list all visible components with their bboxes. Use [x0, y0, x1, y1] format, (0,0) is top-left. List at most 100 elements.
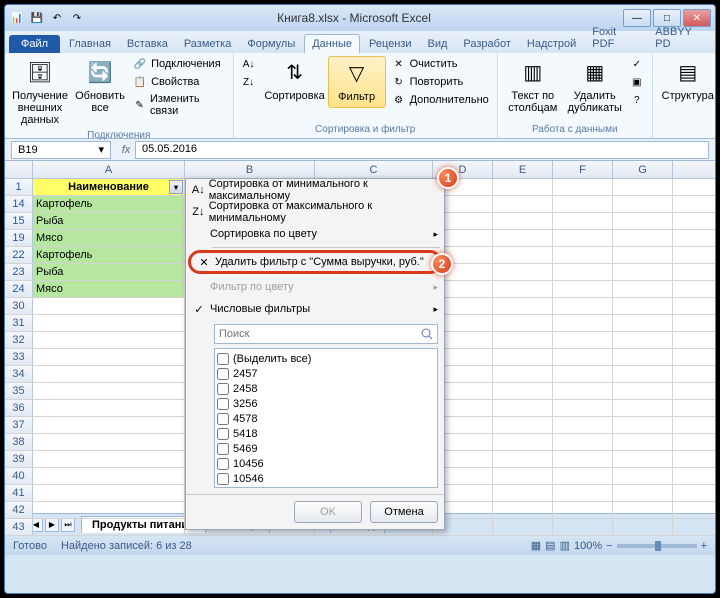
row-header[interactable]: 31 [5, 315, 33, 331]
cell[interactable] [613, 298, 673, 314]
cell[interactable] [613, 179, 673, 195]
row-header[interactable]: 36 [5, 400, 33, 416]
formula-bar[interactable]: 05.05.2016 [135, 141, 709, 159]
sort-by-color-item[interactable]: Сортировка по цвету▸ [186, 223, 444, 245]
cell[interactable] [553, 383, 613, 399]
filter-value-item[interactable]: 10546 [217, 471, 435, 486]
col-header-c[interactable]: C [315, 161, 433, 178]
ok-button[interactable]: OK [294, 501, 362, 523]
cell[interactable] [553, 196, 613, 212]
redo-icon[interactable]: ↷ [69, 10, 85, 26]
tab-addins[interactable]: Надстрой [520, 35, 583, 53]
cell[interactable] [33, 485, 185, 501]
cell[interactable] [553, 400, 613, 416]
cell[interactable] [613, 383, 673, 399]
cell[interactable] [553, 264, 613, 280]
filter-value-item[interactable]: 4578 [217, 411, 435, 426]
row-header[interactable]: 32 [5, 332, 33, 348]
cell[interactable] [493, 349, 553, 365]
cell[interactable] [493, 213, 553, 229]
filter-values-list[interactable]: (Выделить все) 2457245832564578541854691… [214, 348, 438, 488]
connections-button[interactable]: 🔗Подключения [131, 56, 227, 72]
select-all-checkbox[interactable]: (Выделить все) [217, 351, 435, 366]
cell[interactable] [493, 417, 553, 433]
properties-button[interactable]: 📋Свойства [131, 74, 227, 90]
cell[interactable] [613, 196, 673, 212]
zoom-out-icon[interactable]: − [606, 540, 612, 552]
row-header[interactable]: 34 [5, 366, 33, 382]
cancel-button[interactable]: Отмена [370, 501, 438, 523]
cell[interactable] [553, 468, 613, 484]
cell[interactable] [613, 213, 673, 229]
row-header[interactable]: 15 [5, 213, 33, 229]
row-header[interactable]: 41 [5, 485, 33, 501]
cell[interactable] [553, 366, 613, 382]
cell[interactable] [33, 417, 185, 433]
cell[interactable] [493, 400, 553, 416]
number-filters-item[interactable]: ✓Числовые фильтры▸ [186, 298, 444, 320]
cell[interactable] [553, 485, 613, 501]
row-header[interactable]: 24 [5, 281, 33, 297]
cell[interactable] [493, 502, 553, 518]
sort-ascending-item[interactable]: A↓Сортировка от минимального к максималь… [186, 179, 444, 201]
row-header[interactable]: 40 [5, 468, 33, 484]
cell[interactable] [613, 332, 673, 348]
cell[interactable]: Картофель [33, 196, 185, 212]
cell[interactable] [33, 366, 185, 382]
cell[interactable] [33, 298, 185, 314]
cell[interactable]: Мясо [33, 230, 185, 246]
clear-filter-button[interactable]: ✕Очистить [390, 56, 491, 72]
row-header[interactable]: 22 [5, 247, 33, 263]
cell[interactable] [553, 247, 613, 263]
cell[interactable] [613, 451, 673, 467]
cell[interactable] [553, 298, 613, 314]
tab-data[interactable]: Данные [304, 34, 360, 53]
filter-search-input[interactable] [214, 324, 438, 344]
view-layout-icon[interactable]: ▤ [545, 539, 555, 552]
tab-insert[interactable]: Вставка [120, 35, 175, 53]
filter-value-item[interactable]: 11784 [217, 486, 435, 488]
row-header[interactable]: 43 [5, 519, 33, 535]
cell[interactable] [33, 400, 185, 416]
cell[interactable] [493, 264, 553, 280]
cell[interactable] [553, 417, 613, 433]
cell[interactable] [33, 315, 185, 331]
tab-foxit[interactable]: Foxit PDF [585, 23, 646, 53]
cell[interactable] [493, 485, 553, 501]
edit-links-button[interactable]: ✎Изменить связи [131, 92, 227, 118]
cell[interactable] [33, 349, 185, 365]
filter-value-item[interactable]: 2458 [217, 381, 435, 396]
row-header[interactable]: 19 [5, 230, 33, 246]
cell[interactable] [33, 332, 185, 348]
cell[interactable] [553, 179, 613, 195]
cell[interactable] [553, 502, 613, 518]
tab-abbyy[interactable]: ABBYY PD [648, 23, 715, 53]
cell[interactable] [613, 519, 673, 535]
cell[interactable] [553, 230, 613, 246]
zoom-in-icon[interactable]: + [701, 540, 707, 552]
cell[interactable] [613, 468, 673, 484]
view-normal-icon[interactable]: ▦ [531, 539, 541, 552]
tab-home[interactable]: Главная [62, 35, 118, 53]
cell[interactable] [613, 281, 673, 297]
remove-duplicates-button[interactable]: ▦Удалить дубликаты [566, 56, 624, 116]
refresh-all-button[interactable]: 🔄Обновить все [73, 56, 127, 128]
zoom-slider[interactable] [617, 544, 697, 548]
sort-descending-item[interactable]: Z↓Сортировка от максимального к минималь… [186, 201, 444, 223]
tab-layout[interactable]: Разметка [177, 35, 239, 53]
tab-view[interactable]: Вид [421, 35, 455, 53]
cell[interactable] [493, 196, 553, 212]
sort-desc-button[interactable]: Z↓ [240, 74, 258, 90]
header-cell[interactable]: Наименование▾ [33, 179, 185, 195]
cell[interactable] [493, 247, 553, 263]
select-all-corner[interactable] [5, 161, 33, 178]
name-box[interactable]: B19▾ [11, 141, 111, 159]
cell[interactable] [553, 451, 613, 467]
view-break-icon[interactable]: ▥ [560, 539, 570, 552]
cell[interactable] [613, 349, 673, 365]
tab-review[interactable]: Рецензи [362, 35, 419, 53]
cell[interactable] [553, 349, 613, 365]
cell[interactable] [493, 366, 553, 382]
row-header[interactable]: 38 [5, 434, 33, 450]
fx-icon[interactable]: fx [117, 144, 135, 156]
